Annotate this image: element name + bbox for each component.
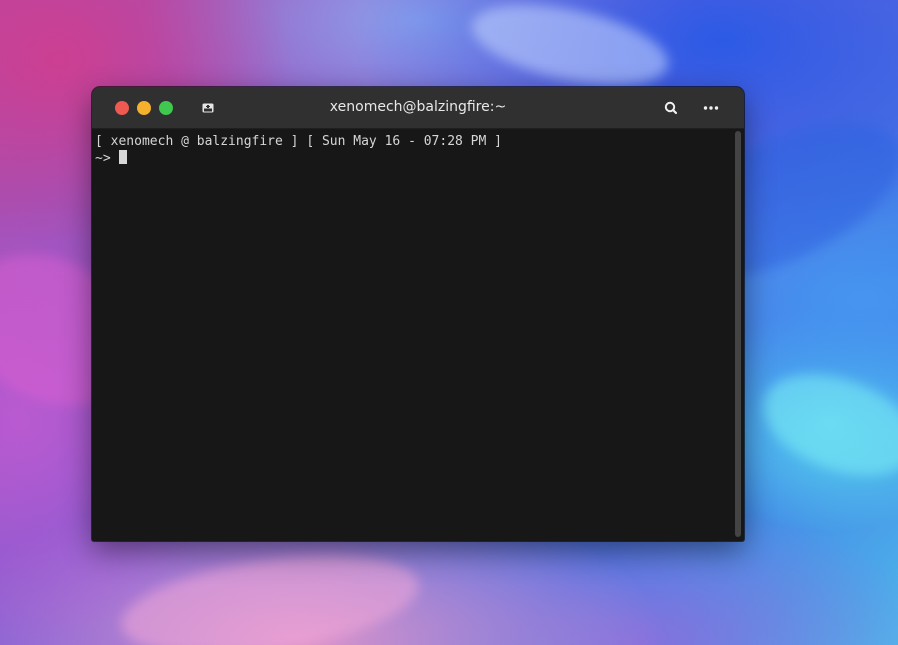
prompt-line[interactable]: ~> <box>95 150 732 167</box>
search-icon[interactable] <box>661 98 681 118</box>
wallpaper-swirl <box>749 355 898 495</box>
terminal-window[interactable]: xenomech@balzingfire:~ [ xenomech @ balz… <box>92 87 744 541</box>
prompt-symbol: ~> <box>95 151 119 166</box>
title-bar[interactable]: xenomech@balzingfire:~ <box>92 87 744 129</box>
terminal-output[interactable]: [ xenomech @ balzingfire ] [ Sun May 16 … <box>92 129 732 541</box>
wallpaper-swirl <box>115 539 425 645</box>
window-title: xenomech@balzingfire:~ <box>329 99 507 115</box>
more-menu-icon[interactable] <box>701 98 721 118</box>
scrollbar[interactable] <box>735 131 741 537</box>
prompt-header-line: [ xenomech @ balzingfire ] [ Sun May 16 … <box>95 134 502 149</box>
text-cursor <box>119 150 128 164</box>
wallpaper-swirl <box>464 0 676 101</box>
